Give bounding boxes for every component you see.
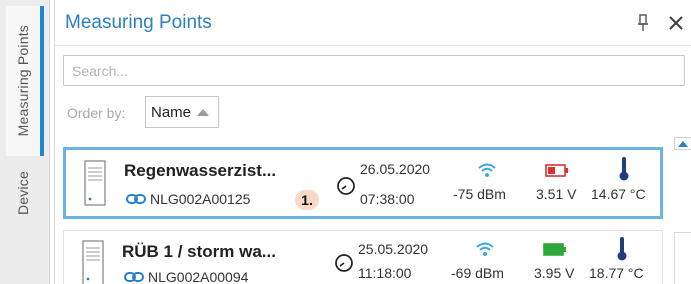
link-icon: [126, 194, 146, 204]
tab-measuring-points[interactable]: Measuring Points: [6, 6, 44, 156]
wifi-signal-icon: [476, 242, 494, 256]
device-name: RÜB 1 / storm wa...: [122, 242, 276, 261]
order-by-select[interactable]: Name: [145, 96, 219, 128]
signal-strength: -69 dBm: [451, 265, 504, 281]
last-reading-time: 11:18:00: [358, 265, 412, 281]
scroll-up-button[interactable]: [674, 137, 691, 150]
measuring-points-panel: Measuring Points Order by: Name Regenwas…: [54, 0, 691, 284]
wifi-signal-icon: [478, 163, 496, 177]
annotation-badge: 1.: [295, 190, 319, 210]
arrow-up-icon: [678, 140, 688, 147]
clock-icon: [337, 177, 355, 195]
battery-voltage: 3.51 V: [536, 186, 577, 202]
panel-title: Measuring Points: [65, 12, 212, 33]
last-reading-date: 25.05.2020: [358, 241, 429, 257]
thermometer-icon: [617, 237, 627, 261]
pin-icon[interactable]: [635, 14, 651, 32]
search-input[interactable]: [63, 55, 685, 86]
thermometer-icon: [619, 157, 629, 181]
serial-number: NLG002A00125: [150, 191, 251, 207]
order-by-label: Order by:: [67, 105, 126, 121]
serial-number: NLG002A00094: [148, 269, 249, 284]
measuring-point-item[interactable]: Regenwasserzist... NLG002A00125 1. 26.05…: [63, 147, 663, 219]
device-icon: [84, 160, 106, 206]
sort-ascending-icon: [197, 108, 210, 116]
last-reading-date: 26.05.2020: [360, 161, 431, 177]
side-tab-bar: Measuring Points Device: [0, 0, 50, 284]
scrollbar-thumb[interactable]: [674, 232, 691, 284]
tab-measuring-points-label: Measuring Points: [15, 25, 31, 137]
battery-low-icon: [545, 164, 568, 177]
panel-header: Measuring Points: [55, 0, 691, 46]
device-icon: [82, 240, 104, 284]
order-by-value: Name: [151, 103, 192, 121]
temperature: 18.77 °C: [589, 265, 644, 281]
last-reading-time: 07:38:00: [360, 191, 415, 207]
battery-voltage: 3.95 V: [534, 265, 575, 281]
tab-device[interactable]: Device: [6, 160, 44, 226]
clock-icon: [335, 254, 353, 272]
measuring-point-item[interactable]: RÜB 1 / storm wa... NLG002A00094 25.05.2…: [63, 230, 663, 284]
tab-device-label: Device: [15, 171, 31, 215]
battery-full-icon: [543, 243, 566, 256]
close-icon[interactable]: [667, 14, 685, 32]
link-icon: [124, 272, 144, 282]
device-name: Regenwasserzist...: [124, 161, 277, 180]
temperature: 14.67 °C: [591, 186, 646, 202]
signal-strength: -75 dBm: [453, 186, 506, 202]
